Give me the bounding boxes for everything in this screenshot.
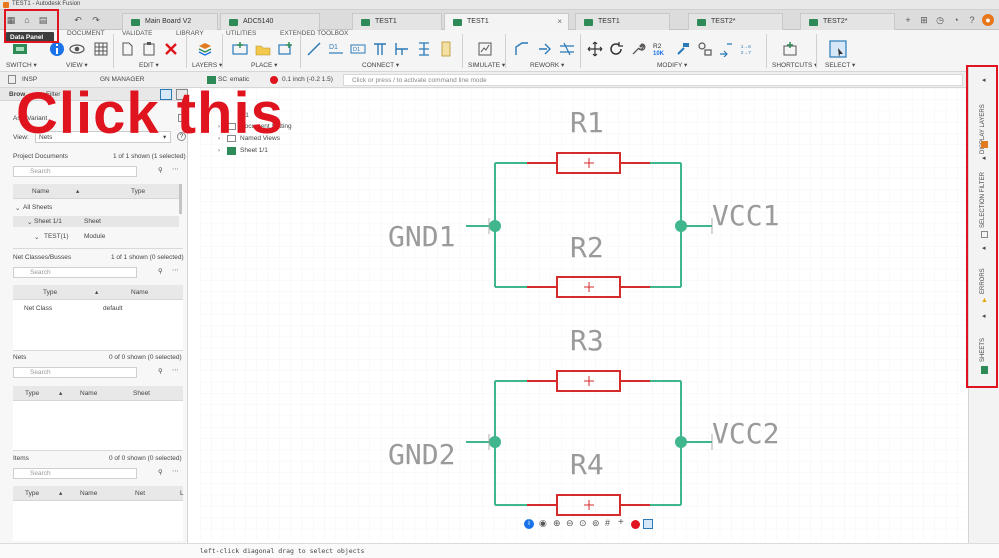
status-text: left-click diagonal drag to select objec… [200,547,365,555]
junction-1b[interactable] [675,220,687,232]
zoom-in-icon[interactable]: ⊕ [553,518,561,529]
status-bar: left-click diagonal drag to select objec… [0,543,999,558]
annotation-text: Click this [16,81,284,146]
info-icon[interactable]: i [524,519,534,529]
resistor-r4-label[interactable]: R4 [570,448,604,481]
junction-1a[interactable] [489,220,501,232]
net-label-vcc1[interactable]: VCC1 [712,199,779,232]
highlight-frame-data-panel [4,9,59,43]
select-window-icon[interactable] [643,519,653,529]
zoom-fit-icon[interactable]: ⊙ [579,518,587,529]
zoom-select-icon[interactable]: ⊚ [592,518,600,529]
net-label-gnd1[interactable]: GND1 [388,220,455,253]
resistor-r3-label[interactable]: R3 [570,324,604,357]
resistor-r1-label[interactable]: R1 [570,106,604,139]
net-label-vcc2[interactable]: VCC2 [712,417,779,450]
net-label-gnd2[interactable]: GND2 [388,438,455,471]
schematic-group: R1 R2 GND1 VCC1 R3 R4 GND2 VCC2 [388,106,779,516]
zoom-out-icon[interactable]: ⊖ [566,518,574,529]
highlight-frame-side-panel [966,65,998,388]
junction-2b[interactable] [675,436,687,448]
add-icon[interactable]: + [618,517,624,528]
stop-icon[interactable] [631,520,640,529]
grid-icon[interactable]: # [605,518,610,528]
view-eye-icon[interactable]: ◉ [539,518,547,529]
junction-2a[interactable] [489,436,501,448]
canvas-view-toolbar: i ◉ ⊕ ⊖ ⊙ ⊚ # + [524,517,653,531]
resistor-r2-label[interactable]: R2 [570,231,604,264]
